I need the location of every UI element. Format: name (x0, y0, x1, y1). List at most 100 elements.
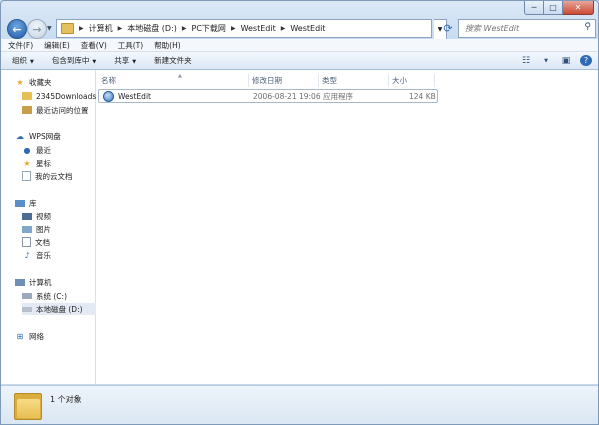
arrow-left-icon: ← (12, 22, 22, 36)
close-button[interactable]: ✕ (563, 1, 594, 15)
view-controls: ☷ ▼ ▣ ? (520, 52, 592, 69)
nav-item-my-cloud-docs-label: 我的云文档 (35, 171, 73, 181)
nav-item-recent[interactable]: ● 最近 (22, 144, 52, 156)
nav-item-drive-c[interactable]: 系统 (C:) (22, 290, 67, 302)
breadcrumb-westedit[interactable]: WestEdit (290, 24, 325, 33)
refresh-icon[interactable]: ⟳ (440, 19, 456, 38)
chevron-right-icon[interactable]: ▶ (118, 25, 123, 32)
file-modified: 2006-08-21 19:06 (253, 91, 321, 101)
nav-computer[interactable]: 计算机 (15, 276, 52, 288)
search-box[interactable]: ⚲ (458, 19, 596, 38)
menu-help[interactable]: 帮助(H) (154, 40, 181, 51)
drive-icon (22, 293, 32, 299)
nav-item-recent-places-label: 最近访问的位置 (36, 105, 89, 115)
chevron-right-icon[interactable]: ▶ (281, 25, 286, 32)
nav-item-documents[interactable]: 文档 (22, 236, 50, 248)
organize-button[interactable]: 组织 ▼ (12, 55, 34, 66)
arrow-right-icon: → (32, 22, 42, 36)
nav-item-my-cloud-docs[interactable]: 我的云文档 (22, 170, 73, 182)
file-size: 124 KB (409, 91, 436, 101)
help-icon[interactable]: ? (580, 55, 592, 66)
file-row[interactable]: WestEdit 2006-08-21 19:06 应用程序 124 KB (98, 89, 438, 103)
view-dropdown-icon[interactable]: ▼ (540, 55, 552, 66)
search-icon[interactable]: ⚲ (584, 22, 591, 32)
command-bar: 组织 ▼ 包含到库中 ▼ 共享 ▼ 新建文件夹 ☷ ▼ ▣ ? (1, 52, 598, 70)
nav-favorites[interactable]: ★ 收藏夹 (15, 76, 51, 88)
menu-tools[interactable]: 工具(T) (118, 40, 143, 51)
drive-icon (22, 306, 32, 312)
star-icon: ★ (23, 158, 31, 168)
nav-item-recent-label: 最近 (36, 145, 51, 155)
nav-item-drive-c-label: 系统 (C:) (36, 291, 67, 301)
column-name[interactable]: 名称 ▲ (101, 73, 249, 87)
nav-item-starred[interactable]: ★ 星标 (22, 157, 51, 169)
dropdown-arrow-icon: ▼ (92, 59, 97, 65)
column-type[interactable]: 类型 (322, 74, 389, 87)
search-input[interactable] (463, 23, 577, 34)
navigation-pane: ★ 收藏夹 2345Downloads 最近访问的位置 ☁ WPS网盘 ● 最近 ★ 星… (1, 70, 96, 384)
nav-network[interactable]: ⊞ 网络 (15, 330, 44, 342)
details-pane: 1 个对象 (1, 385, 598, 424)
column-name-label: 名称 (101, 76, 116, 85)
nav-item-2345downloads-label: 2345Downloads (36, 91, 97, 101)
star-icon: ★ (16, 77, 24, 87)
menu-view[interactable]: 查看(V) (81, 40, 107, 51)
view-options-icon[interactable]: ☷ (520, 55, 532, 66)
folder-icon (61, 23, 74, 34)
organize-label: 组织 (12, 56, 27, 65)
minimize-button[interactable]: ─ (524, 1, 544, 15)
explorer-window: ─ □ ✕ ← → ▼ ▶ 计算机 ▶ 本地磁盘 (D:) ▶ PC下载网 ▶ … (0, 0, 599, 425)
recent-pages-dropdown[interactable]: ▼ (47, 25, 52, 32)
menu-edit[interactable]: 编辑(E) (44, 40, 70, 51)
application-icon (103, 90, 114, 102)
nav-item-recent-places[interactable]: 最近访问的位置 (22, 104, 89, 116)
cloud-icon: ☁ (16, 131, 24, 141)
document-icon (22, 171, 31, 181)
folder-icon (14, 391, 42, 420)
menu-file[interactable]: 文件(F) (8, 40, 33, 51)
video-icon (22, 212, 32, 220)
breadcrumb-westedit-parent[interactable]: WestEdit (241, 24, 276, 33)
nav-library-label: 库 (29, 198, 37, 208)
nav-item-music-label: 音乐 (36, 250, 51, 260)
nav-item-music[interactable]: ♪ 音乐 (22, 249, 51, 261)
nav-item-2345downloads[interactable]: 2345Downloads (22, 90, 96, 102)
breadcrumb-drive-d[interactable]: 本地磁盘 (D:) (127, 23, 177, 34)
nav-wps[interactable]: ☁ WPS网盘 (15, 130, 61, 142)
column-size[interactable]: 大小 (392, 74, 435, 87)
chevron-right-icon[interactable]: ▶ (182, 25, 187, 32)
breadcrumb-pc-download[interactable]: PC下载网 (192, 23, 226, 34)
file-list: 名称 ▲ 修改日期 类型 大小 WestEdit 2006-08-21 19:06… (96, 70, 598, 384)
share-button[interactable]: 共享 ▼ (114, 55, 136, 66)
nav-item-drive-d[interactable]: 本地磁盘 (D:) (22, 303, 96, 315)
menu-bar: 文件(F) 编辑(E) 查看(V) 工具(T) 帮助(H) (1, 39, 598, 52)
preview-pane-icon[interactable]: ▣ (560, 55, 572, 66)
sort-arrow-icon: ▲ (178, 73, 182, 79)
nav-item-videos[interactable]: 视频 (22, 210, 51, 222)
address-bar[interactable]: ▶ 计算机 ▶ 本地磁盘 (D:) ▶ PC下载网 ▶ WestEdit ▶ W… (56, 19, 432, 38)
column-date-modified[interactable]: 修改日期 (252, 74, 319, 87)
breadcrumb-computer[interactable]: 计算机 (89, 23, 113, 34)
music-icon: ♪ (24, 250, 30, 260)
nav-computer-label: 计算机 (29, 277, 52, 287)
file-name-cell: WestEdit (103, 90, 151, 102)
dropdown-arrow-icon: ▼ (30, 59, 34, 65)
nav-wps-label: WPS网盘 (29, 131, 61, 141)
maximize-button[interactable]: □ (544, 1, 563, 15)
include-in-library-button[interactable]: 包含到库中 ▼ (52, 55, 96, 66)
computer-icon (15, 278, 25, 286)
nav-item-videos-label: 视频 (36, 211, 51, 221)
chevron-right-icon[interactable]: ▶ (79, 25, 84, 32)
nav-item-pictures[interactable]: 图片 (22, 223, 51, 235)
chevron-right-icon[interactable]: ▶ (231, 25, 236, 32)
forward-button[interactable]: → (27, 19, 47, 39)
share-label: 共享 (114, 56, 130, 65)
nav-item-documents-label: 文档 (35, 237, 50, 247)
new-folder-button[interactable]: 新建文件夹 (154, 55, 192, 66)
file-name: WestEdit (118, 91, 151, 101)
picture-icon (22, 225, 32, 233)
nav-item-drive-d-label: 本地磁盘 (D:) (36, 304, 83, 314)
library-icon (15, 199, 25, 207)
nav-library[interactable]: 库 (15, 197, 37, 209)
back-button[interactable]: ← (7, 19, 27, 39)
